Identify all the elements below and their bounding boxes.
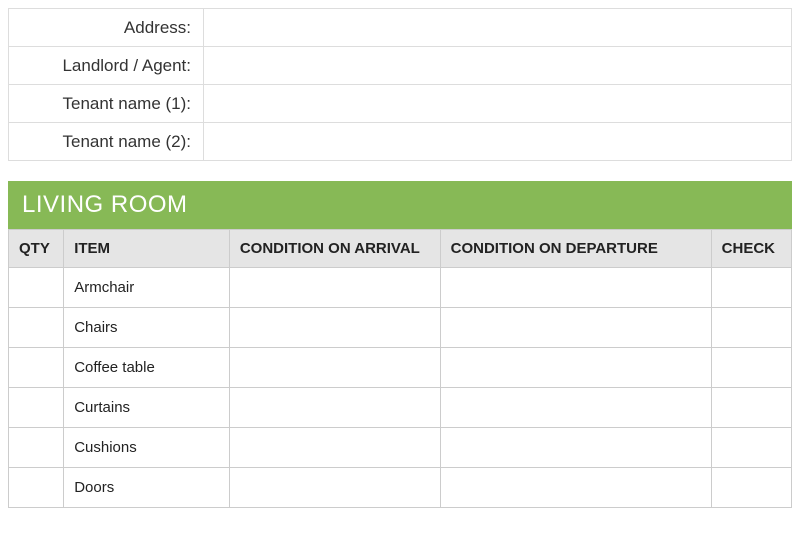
table-row: Chairs	[9, 308, 792, 348]
cell-check[interactable]	[711, 428, 791, 468]
cell-arrival[interactable]	[229, 388, 440, 428]
tenant2-label: Tenant name (2):	[9, 123, 204, 161]
landlord-value[interactable]	[204, 47, 792, 85]
cell-departure[interactable]	[440, 268, 711, 308]
cell-item: Coffee table	[64, 348, 230, 388]
cell-qty[interactable]	[9, 308, 64, 348]
info-row-landlord: Landlord / Agent:	[9, 47, 792, 85]
cell-item: Doors	[64, 468, 230, 508]
tenant1-label: Tenant name (1):	[9, 85, 204, 123]
table-row: Armchair	[9, 268, 792, 308]
cell-check[interactable]	[711, 308, 791, 348]
cell-check[interactable]	[711, 268, 791, 308]
cell-departure[interactable]	[440, 468, 711, 508]
cell-check[interactable]	[711, 388, 791, 428]
cell-arrival[interactable]	[229, 428, 440, 468]
address-label: Address:	[9, 9, 204, 47]
cell-arrival[interactable]	[229, 348, 440, 388]
landlord-label: Landlord / Agent:	[9, 47, 204, 85]
cell-item: Curtains	[64, 388, 230, 428]
inventory-header-row: QTY ITEM CONDITION ON ARRIVAL CONDITION …	[9, 230, 792, 268]
header-qty: QTY	[9, 230, 64, 268]
cell-departure[interactable]	[440, 428, 711, 468]
section-header-living-room: LIVING ROOM	[8, 181, 792, 229]
cell-check[interactable]	[711, 468, 791, 508]
tenant1-value[interactable]	[204, 85, 792, 123]
inventory-body: Armchair Chairs Coffee table Curtains	[9, 268, 792, 508]
info-row-tenant1: Tenant name (1):	[9, 85, 792, 123]
cell-arrival[interactable]	[229, 268, 440, 308]
info-row-address: Address:	[9, 9, 792, 47]
info-row-tenant2: Tenant name (2):	[9, 123, 792, 161]
tenant2-value[interactable]	[204, 123, 792, 161]
table-row: Cushions	[9, 428, 792, 468]
cell-item: Chairs	[64, 308, 230, 348]
table-row: Coffee table	[9, 348, 792, 388]
info-table: Address: Landlord / Agent: Tenant name (…	[8, 8, 792, 161]
cell-check[interactable]	[711, 348, 791, 388]
cell-arrival[interactable]	[229, 468, 440, 508]
cell-departure[interactable]	[440, 308, 711, 348]
header-arrival: CONDITION ON ARRIVAL	[229, 230, 440, 268]
cell-qty[interactable]	[9, 348, 64, 388]
table-row: Curtains	[9, 388, 792, 428]
header-check: CHECK	[711, 230, 791, 268]
cell-qty[interactable]	[9, 268, 64, 308]
cell-qty[interactable]	[9, 388, 64, 428]
cell-item: Armchair	[64, 268, 230, 308]
cell-departure[interactable]	[440, 388, 711, 428]
header-item: ITEM	[64, 230, 230, 268]
address-value[interactable]	[204, 9, 792, 47]
cell-departure[interactable]	[440, 348, 711, 388]
cell-qty[interactable]	[9, 428, 64, 468]
table-row: Doors	[9, 468, 792, 508]
cell-qty[interactable]	[9, 468, 64, 508]
cell-item: Cushions	[64, 428, 230, 468]
cell-arrival[interactable]	[229, 308, 440, 348]
header-departure: CONDITION ON DEPARTURE	[440, 230, 711, 268]
inventory-table: QTY ITEM CONDITION ON ARRIVAL CONDITION …	[8, 229, 792, 508]
